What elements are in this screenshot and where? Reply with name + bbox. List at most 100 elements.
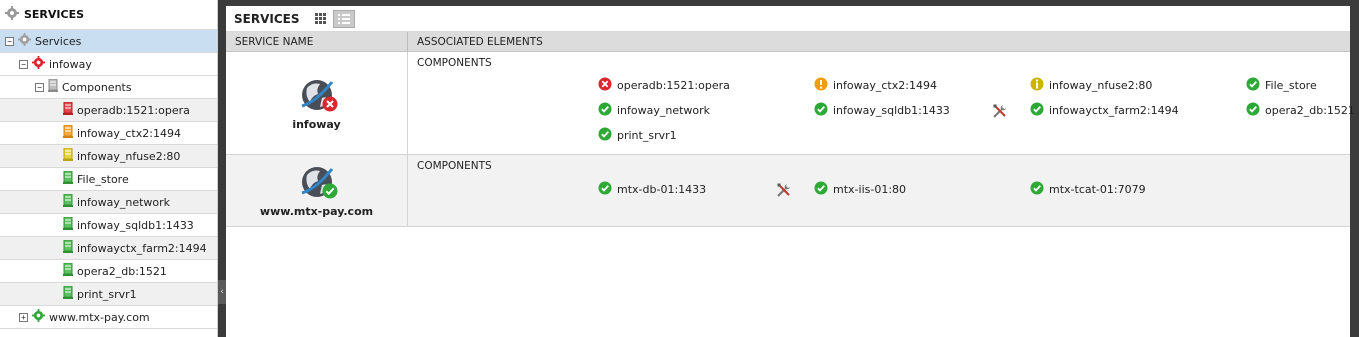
tree-node-label: infoway — [49, 57, 92, 71]
service-name[interactable]: www.mtx-pay.com — [260, 205, 373, 218]
minor-status-icon — [1030, 77, 1044, 94]
gear-icon — [5, 6, 19, 23]
tree-node-infoway[interactable]: − infoway — [0, 53, 217, 76]
component-item[interactable]: infowayctx_farm2:1494 — [1030, 101, 1179, 119]
tree-node-component[interactable]: opera2_db:1521 — [0, 260, 217, 283]
tree-node-component[interactable]: infowayctx_farm2:1494 — [0, 237, 217, 260]
server-icon — [63, 285, 73, 302]
globe-icon — [298, 163, 338, 202]
component-label: File_store — [1265, 78, 1317, 92]
service-cell[interactable]: infoway — [226, 52, 408, 154]
normal-status-icon — [1030, 181, 1044, 198]
tree-node-label: Services — [35, 34, 82, 48]
tree-node-label: www.mtx-pay.com — [49, 310, 150, 324]
tree-node-mtx-pay[interactable]: + www.mtx-pay.com — [0, 306, 217, 329]
component-label: opera2_db:1521 — [1265, 103, 1355, 117]
component-label: mtx-iis-01:80 — [833, 182, 907, 196]
expand-toggle[interactable]: + — [19, 312, 28, 322]
panel-splitter[interactable]: ‹ — [218, 0, 226, 337]
tree-node-components[interactable]: − Components — [0, 76, 217, 99]
tree-node-component[interactable]: operadb:1521:opera — [0, 99, 217, 122]
tree-node-component[interactable]: infoway_ctx2:1494 — [0, 122, 217, 145]
tree-node-label: operadb:1521:opera — [77, 103, 190, 117]
component-item[interactable]: opera2_db:1521 — [1246, 101, 1355, 119]
server-icon — [63, 147, 73, 164]
tree-node-label: infoway_ctx2:1494 — [77, 126, 181, 140]
server-icon — [63, 262, 73, 279]
server-icon — [63, 216, 73, 233]
collapse-panel-handle[interactable]: ‹ — [218, 280, 226, 304]
tree-panel-header: SERVICES — [0, 0, 217, 30]
service-cell[interactable]: www.mtx-pay.com — [226, 155, 408, 226]
tree-panel-title: SERVICES — [24, 8, 85, 21]
grid-icon — [314, 13, 326, 24]
normal-status-icon — [598, 127, 612, 144]
component-item[interactable]: mtx-db-01:1433 — [598, 180, 706, 198]
server-icon — [63, 239, 73, 256]
component-label: infoway_network — [617, 103, 711, 117]
normal-status-icon — [598, 102, 612, 119]
page-title: SERVICES — [234, 11, 300, 26]
services-main-panel: SERVICES SERVICE NAME ASSOCIATED ELEMENT… — [226, 6, 1355, 337]
globe-icon — [298, 76, 338, 115]
component-label: infoway_sqldb1:1433 — [833, 103, 950, 117]
main-panel-header: SERVICES — [226, 6, 1350, 32]
tree-node-component[interactable]: infoway_sqldb1:1433 — [0, 214, 217, 237]
maintenance-wrench-icon — [776, 182, 792, 198]
component-label: mtx-tcat-01:7079 — [1049, 182, 1146, 196]
collapse-toggle[interactable]: − — [35, 82, 44, 92]
component-item[interactable]: File_store — [1246, 76, 1317, 94]
tree-node-component[interactable]: print_srvr1 — [0, 283, 217, 306]
component-label: operadb:1521:opera — [617, 78, 730, 92]
server-icon — [48, 78, 58, 95]
component-label: mtx-db-01:1433 — [617, 182, 707, 196]
tree-node-label: opera2_db:1521 — [77, 264, 167, 278]
component-item[interactable]: infoway_network — [598, 101, 710, 119]
tree-node-label: Components — [62, 80, 132, 94]
column-associated-elements[interactable]: ASSOCIATED ELEMENTS — [408, 32, 543, 51]
server-icon — [63, 170, 73, 187]
grid-view-button[interactable] — [309, 10, 331, 28]
critical-status-icon — [322, 96, 338, 115]
column-service-name[interactable]: SERVICE NAME — [226, 32, 408, 51]
component-label: print_srvr1 — [617, 128, 677, 142]
component-item[interactable]: infoway_sqldb1:1433 — [814, 101, 950, 119]
collapse-toggle[interactable]: − — [5, 36, 14, 46]
gear-icon — [32, 56, 45, 72]
app-root: SERVICES − Services − infoway − Componen… — [0, 0, 1359, 337]
component-item[interactable]: mtx-tcat-01:7079 — [1030, 180, 1146, 198]
table-row[interactable]: www.mtx-pay.com COMPONENTS mtx-db-01:143… — [226, 155, 1350, 227]
component-item[interactable]: infoway_ctx2:1494 — [814, 76, 937, 94]
normal-status-icon — [814, 102, 828, 119]
gear-icon — [18, 33, 31, 49]
normal-status-icon — [1246, 102, 1260, 119]
list-icon — [338, 13, 351, 24]
table-header: SERVICE NAME ASSOCIATED ELEMENTS — [226, 32, 1350, 52]
tree-node-label: print_srvr1 — [77, 287, 137, 301]
tree-node-component[interactable]: infoway_nfuse2:80 — [0, 145, 217, 168]
component-label: infowayctx_farm2:1494 — [1049, 103, 1179, 117]
service-name[interactable]: infoway — [292, 118, 340, 131]
collapse-toggle[interactable]: − — [19, 59, 28, 69]
normal-status-icon — [1030, 102, 1044, 119]
components-heading: COMPONENTS — [417, 57, 492, 69]
component-item[interactable]: print_srvr1 — [598, 126, 677, 144]
server-icon — [63, 101, 73, 118]
component-label: infoway_nfuse2:80 — [1049, 78, 1153, 92]
normal-status-icon — [598, 181, 612, 198]
table-row[interactable]: infoway COMPONENTS operadb:1521:opera in… — [226, 52, 1355, 155]
tree-node-label: infoway_sqldb1:1433 — [77, 218, 194, 232]
services-tree-panel: SERVICES − Services − infoway − Componen… — [0, 0, 218, 337]
list-view-button[interactable] — [333, 9, 356, 28]
normal-status-icon — [322, 183, 338, 202]
component-item[interactable]: operadb:1521:opera — [598, 76, 730, 94]
tree-node-label: infowayctx_farm2:1494 — [77, 241, 207, 255]
component-item[interactable]: mtx-iis-01:80 — [814, 180, 906, 198]
server-icon — [63, 124, 73, 141]
component-label: infoway_ctx2:1494 — [833, 78, 937, 92]
tree-node-services[interactable]: − Services — [0, 30, 217, 53]
component-item[interactable]: infoway_nfuse2:80 — [1030, 76, 1152, 94]
tree-node-component[interactable]: infoway_network — [0, 191, 217, 214]
associated-elements-cell: COMPONENTS operadb:1521:opera infoway_ct… — [408, 52, 1355, 154]
tree-node-component[interactable]: File_store — [0, 168, 217, 191]
